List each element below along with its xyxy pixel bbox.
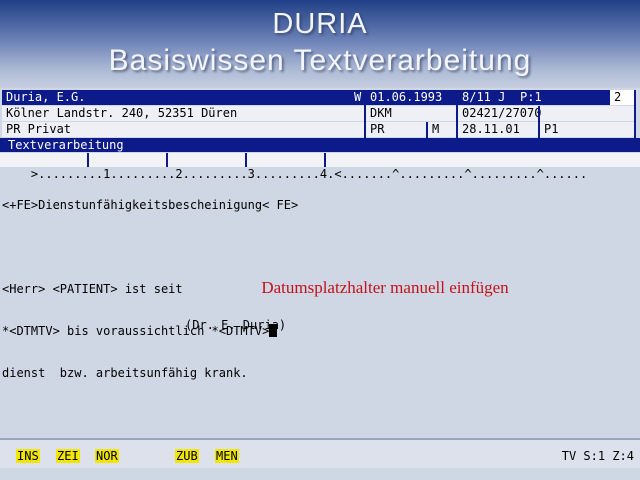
instruction-hint: Datumsplatzhalter manuell einfügen	[261, 278, 509, 297]
separator	[634, 90, 636, 138]
separator	[456, 90, 458, 138]
terminal-screen: Duria, E.G. W 01.06.1993 8/11 J P:1 2 Kö…	[0, 88, 640, 480]
editor-title-bar: Textverarbeitung	[0, 138, 640, 152]
patient-row-1: Duria, E.G. W 01.06.1993 8/11 J P:1 2	[2, 90, 636, 105]
document-line[interactable]: <+FE>Dienstunfähigkeitsbescheinigung< FE…	[2, 198, 638, 212]
patient-row-3: PR Privat PR M 28.11.01 P1	[2, 122, 636, 137]
visit-date: 28.11.01	[462, 122, 520, 136]
ins-key[interactable]: INS	[16, 449, 40, 463]
signature-line[interactable]: (Dr. E. Duria)	[185, 318, 286, 332]
patient-row-2: Kölner Landstr. 240, 52351 Düren DKM 024…	[2, 106, 636, 121]
ruler-divider	[245, 153, 247, 167]
ruler-divider	[87, 153, 89, 167]
status-code: PR	[370, 122, 385, 136]
ruler[interactable]: >.........1.........2.........3.........…	[0, 153, 640, 181]
app-title: DURIA	[272, 8, 368, 40]
separator	[514, 90, 516, 105]
patient-name: Duria, E.G.	[6, 90, 86, 104]
birthdate: 01.06.1993	[370, 90, 443, 104]
function-key-bar: INS ZEI NOR ZUB MEN TV S:1 Z:4	[0, 438, 640, 468]
title-banner: DURIA Basiswissen Textverarbeitung	[0, 0, 640, 88]
patient-status: PR Privat	[6, 122, 72, 136]
app-subtitle: Basiswissen Textverarbeitung	[108, 44, 532, 77]
zei-key[interactable]: ZEI	[56, 449, 80, 463]
zub-key[interactable]: ZUB	[175, 449, 199, 463]
patient-header: Duria, E.G. W 01.06.1993 8/11 J P:1 2 Kö…	[2, 90, 636, 138]
record-count: 2	[610, 90, 634, 105]
patient-age: 8/11 J	[462, 90, 506, 104]
separator	[538, 106, 540, 138]
patient-sex: M	[432, 122, 440, 136]
men-key[interactable]: MEN	[215, 449, 239, 463]
insurance: DKM	[370, 106, 392, 120]
phone: 02421/27070	[462, 106, 542, 120]
patient-number: P:1	[520, 90, 542, 104]
ruler-divider	[166, 153, 168, 167]
p-code: P1	[544, 122, 559, 136]
document-line-cursor[interactable]: *<DTMTV> bis voraussichtlich *<DTMTV>	[2, 324, 638, 338]
document-line[interactable]: dienst bzw. arbeitsunfähig krank.	[2, 366, 638, 380]
separator	[426, 122, 428, 138]
patient-address: Kölner Landstr. 240, 52351 Düren	[6, 106, 238, 120]
nor-key[interactable]: NOR	[95, 449, 119, 463]
cursor-position-status: TV S:1 Z:4	[561, 449, 634, 463]
separator	[364, 90, 366, 138]
ruler-divider	[324, 153, 326, 167]
document-line[interactable]	[2, 240, 638, 254]
